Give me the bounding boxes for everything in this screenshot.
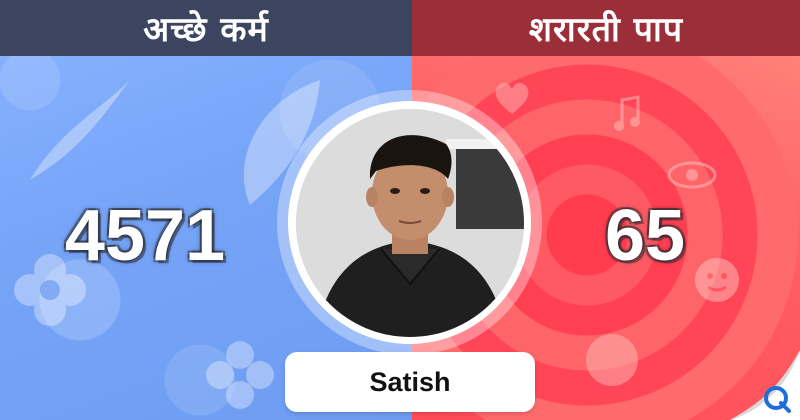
flower-decoration-icon <box>206 341 274 409</box>
result-card: अच्छे कर्म शरारती पाप 4571 65 Satish <box>0 0 800 420</box>
music-note-decoration-icon <box>614 95 640 131</box>
good-deeds-title: अच्छे कर्म <box>0 0 412 56</box>
naughty-sins-title: शरारती पाप <box>412 0 800 56</box>
naughty-sins-score: 65 <box>604 196 686 276</box>
eye-decoration-icon <box>667 161 717 189</box>
user-name: Satish <box>285 352 535 412</box>
globe-decoration-icon <box>586 334 638 386</box>
avatar <box>295 108 524 337</box>
q-logo-icon <box>764 386 791 413</box>
profile-photo <box>295 108 524 337</box>
avatar-ring <box>277 90 542 355</box>
good-deeds-score: 4571 <box>64 196 226 276</box>
floral-decoration-icon <box>30 80 130 180</box>
heart-decoration-icon <box>495 82 529 114</box>
avatar-frame <box>288 101 531 344</box>
